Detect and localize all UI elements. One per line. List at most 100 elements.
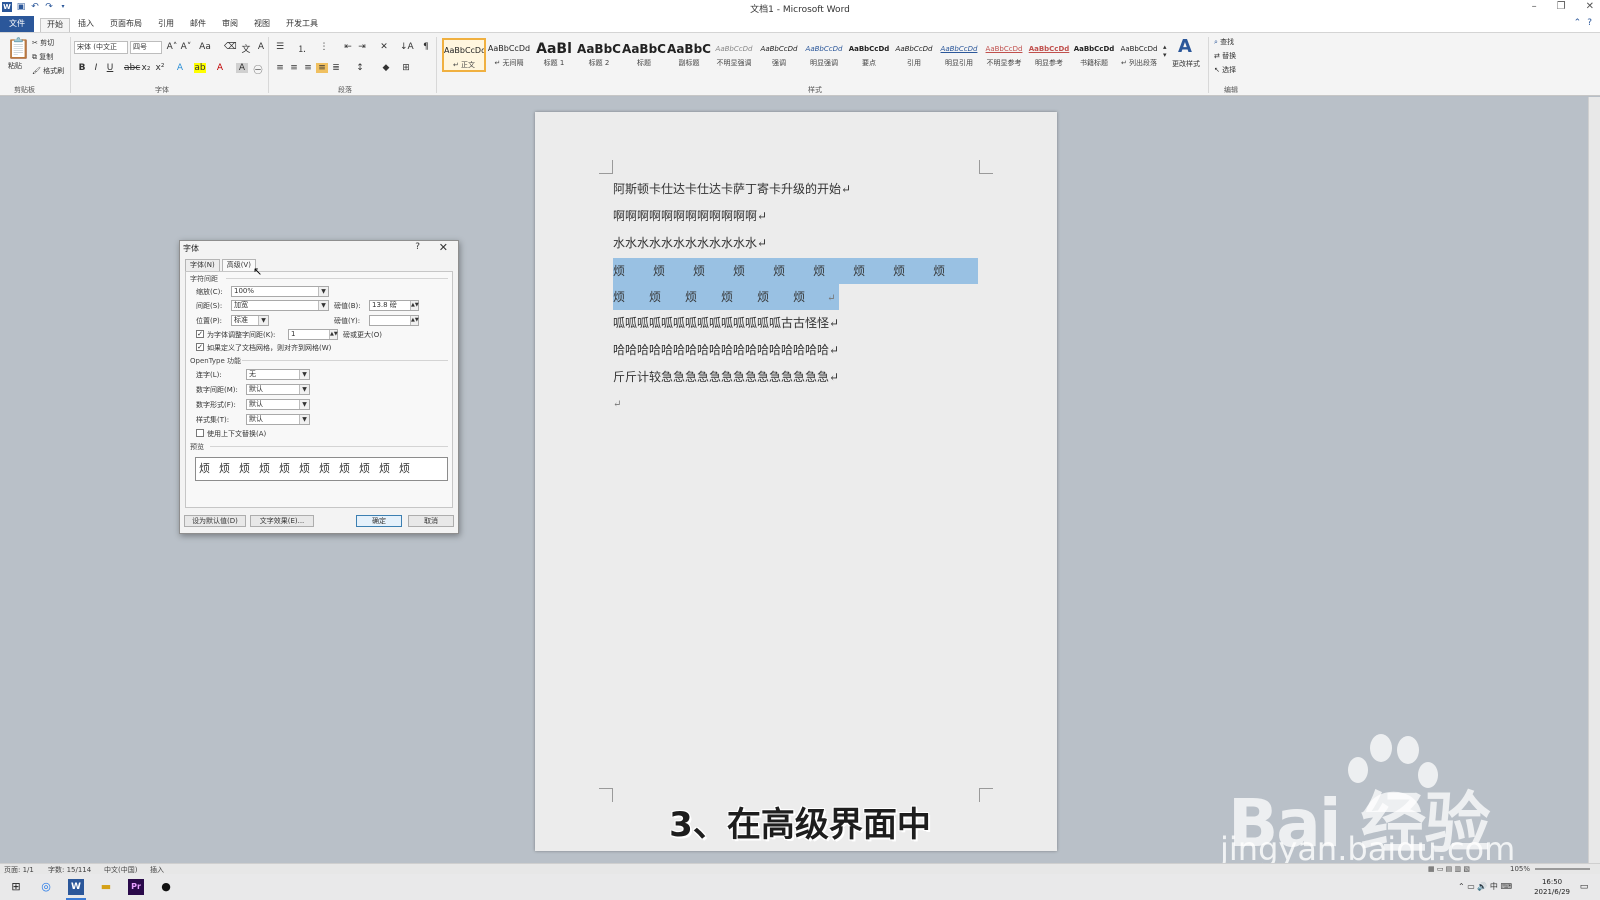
ok-button[interactable]: 确定 (356, 515, 402, 527)
char-border-icon[interactable]: A (255, 42, 267, 52)
browser-icon[interactable]: ◎ (38, 879, 54, 895)
selected-text-line[interactable]: 烦 烦 烦 烦 烦 烦 ↵ (613, 284, 839, 310)
notification-icon[interactable]: ▭ (1576, 879, 1592, 895)
style-heading-1[interactable]: AaBl 标题 1 (532, 38, 576, 72)
position-by-input[interactable]: ▲▼ (369, 315, 419, 326)
ligatures-combo[interactable]: 无 ▼ (246, 369, 310, 380)
premiere-icon[interactable]: Pr (128, 879, 144, 895)
char-shading-icon[interactable]: A (236, 63, 248, 73)
change-styles-button[interactable]: 更改样式 (1172, 59, 1200, 69)
tab-file[interactable]: 文件 (0, 16, 34, 32)
close-window-icon[interactable]: ✕ (1586, 1, 1594, 12)
media-app-icon[interactable]: ● (158, 879, 174, 895)
style-no-spacing[interactable]: AaBbCcDd ↵ 无间隔 (487, 38, 531, 72)
paste-icon[interactable]: 📋 (6, 36, 31, 60)
change-case-icon[interactable]: Aa (199, 42, 211, 52)
paste-button[interactable]: 粘贴 (8, 61, 22, 71)
superscript-icon[interactable]: x² (154, 63, 166, 73)
increase-indent-icon[interactable]: ⇥ (356, 42, 368, 52)
spacing-combo[interactable]: 加宽 ▼ (231, 300, 329, 311)
kerning-checkbox[interactable]: ✓ (196, 330, 204, 338)
doc-paragraph[interactable]: 阿斯顿卡仕达卡仕达卡萨丁寄卡升级的开始↵ (613, 179, 851, 199)
tab-font[interactable]: 字体(N) (185, 259, 220, 271)
style-subtle-reference[interactable]: AaBbCcDd 不明显参考 (982, 38, 1026, 72)
style-strong[interactable]: AaBbCcDd 要点 (847, 38, 891, 72)
ime-indicator[interactable]: 中 (1490, 882, 1498, 891)
cut-button[interactable]: ✂ 剪切 (32, 38, 54, 48)
zoom-level[interactable]: 105% (1510, 865, 1530, 873)
find-button[interactable]: ⌕ 查找 (1214, 37, 1234, 47)
number-spacing-combo[interactable]: 默认 ▼ (246, 384, 310, 395)
set-default-button[interactable]: 设为默认值(D) (184, 515, 246, 527)
line-spacing-icon[interactable]: ↕ (354, 63, 366, 73)
scale-combo[interactable]: 100% ▼ (231, 286, 329, 297)
empty-paragraph-mark[interactable]: ↵ (613, 395, 621, 415)
zoom-slider[interactable] (1535, 868, 1590, 870)
text-effects-icon[interactable]: A (174, 63, 186, 73)
doc-paragraph[interactable]: 啊啊啊啊啊啊啊啊啊啊啊啊↵ (613, 206, 767, 226)
style-book-title[interactable]: AaBbCcDd 书籍标题 (1072, 38, 1116, 72)
doc-paragraph[interactable]: 呱呱呱呱呱呱呱呱呱呱呱呱呱呱古古怪怪↵ (613, 313, 839, 333)
tab-advanced[interactable]: 高级(V) (221, 259, 256, 271)
tab-mailings[interactable]: 邮件 (184, 18, 212, 32)
number-forms-combo[interactable]: 默认 ▼ (246, 399, 310, 410)
font-size-combo[interactable]: 四号 (130, 41, 162, 54)
align-left-icon[interactable]: ≡ (274, 63, 286, 73)
style-normal[interactable]: AaBbCcDd ↵ 正文 (442, 38, 486, 72)
shrink-font-icon[interactable]: A˅ (180, 42, 192, 52)
sort-icon[interactable]: ↓A (400, 42, 414, 52)
change-styles-icon[interactable]: A (1178, 36, 1192, 57)
numbering-icon[interactable]: ⒈ (296, 42, 308, 55)
phonetic-guide-icon[interactable]: 文 (240, 42, 252, 55)
style-list-paragraph[interactable]: AaBbCcDd ↵ 列出段落 (1117, 38, 1161, 72)
align-center-icon[interactable]: ≡ (288, 63, 300, 73)
align-right-icon[interactable]: ≡ (302, 63, 314, 73)
tab-insert[interactable]: 插入 (72, 18, 100, 32)
clear-format-icon[interactable]: ⌫ (224, 42, 237, 52)
word-taskbar-icon[interactable]: W (68, 879, 84, 895)
position-combo[interactable]: 标准 ▼ (231, 315, 269, 326)
system-tray[interactable]: ⌃ ▭ 🔊 中 ⌨ (1458, 881, 1512, 892)
vertical-scrollbar[interactable] (1588, 97, 1600, 863)
tab-developer[interactable]: 开发工具 (280, 18, 324, 32)
selected-text-line[interactable]: 烦烦烦烦烦烦烦烦烦 (613, 258, 978, 284)
style-subtitle[interactable]: AaBbC 副标题 (667, 38, 711, 72)
tab-review[interactable]: 审阅 (216, 18, 244, 32)
minimize-ribbon-icon[interactable]: ⌃ (1574, 18, 1582, 28)
borders-icon[interactable]: ⊞ (400, 63, 412, 73)
bullets-icon[interactable]: ☰ (274, 42, 286, 52)
select-button[interactable]: ↖ 选择 (1214, 65, 1236, 75)
windows-start-icon[interactable]: ⊞ (8, 879, 24, 895)
grow-font-icon[interactable]: A˄ (166, 42, 178, 52)
help-icon[interactable]: ? (1587, 18, 1592, 28)
snap-grid-checkbox[interactable]: ✓ (196, 343, 204, 351)
chinese-layout-icon[interactable]: ✕ (378, 42, 390, 52)
style-sets-combo[interactable]: 默认 ▼ (246, 414, 310, 425)
contextual-alternates-checkbox[interactable] (196, 429, 204, 437)
cancel-button[interactable]: 取消 (408, 515, 454, 527)
text-effects-button[interactable]: 文字效果(E)... (250, 515, 314, 527)
font-name-combo[interactable]: 宋体 (中文正 (74, 41, 128, 54)
tab-view[interactable]: 视图 (248, 18, 276, 32)
system-clock[interactable]: 16:50 2021/6/29 (1534, 877, 1570, 897)
document-page[interactable]: 阿斯顿卡仕达卡仕达卡萨丁寄卡升级的开始↵ 啊啊啊啊啊啊啊啊啊啊啊啊↵ 水水水水水… (535, 112, 1057, 851)
doc-paragraph[interactable]: 哈哈哈哈哈哈哈哈哈哈哈哈哈哈哈哈哈哈↵ (613, 340, 839, 360)
style-intense-quote[interactable]: AaBbCcDd 明显引用 (937, 38, 981, 72)
styles-scroll-icon[interactable]: ▴ ▾ (1163, 43, 1167, 59)
style-intense-emphasis[interactable]: AaBbCcDd 明显强调 (802, 38, 846, 72)
style-emphasis[interactable]: AaBbCcDd 强调 (757, 38, 801, 72)
multilevel-list-icon[interactable]: ⋮ (318, 42, 330, 52)
style-subtle-emphasis[interactable]: AaBbCcDd 不明显强调 (712, 38, 756, 72)
dialog-help-button[interactable]: ? (415, 242, 420, 252)
file-explorer-icon[interactable]: ▬ (98, 879, 114, 895)
tab-page-layout[interactable]: 页面布局 (104, 18, 148, 32)
kerning-input[interactable]: 1 ▲▼ (288, 329, 338, 340)
tab-references[interactable]: 引用 (152, 18, 180, 32)
enclose-char-icon[interactable]: ㊀ (252, 63, 264, 76)
shading-icon[interactable]: ◆ (380, 63, 392, 73)
highlight-icon[interactable]: ab (194, 63, 206, 73)
underline-icon[interactable]: U (104, 63, 116, 73)
tab-home[interactable]: 开始 (40, 18, 70, 32)
italic-icon[interactable]: I (90, 63, 102, 73)
minimize-icon[interactable]: – (1532, 1, 1537, 12)
